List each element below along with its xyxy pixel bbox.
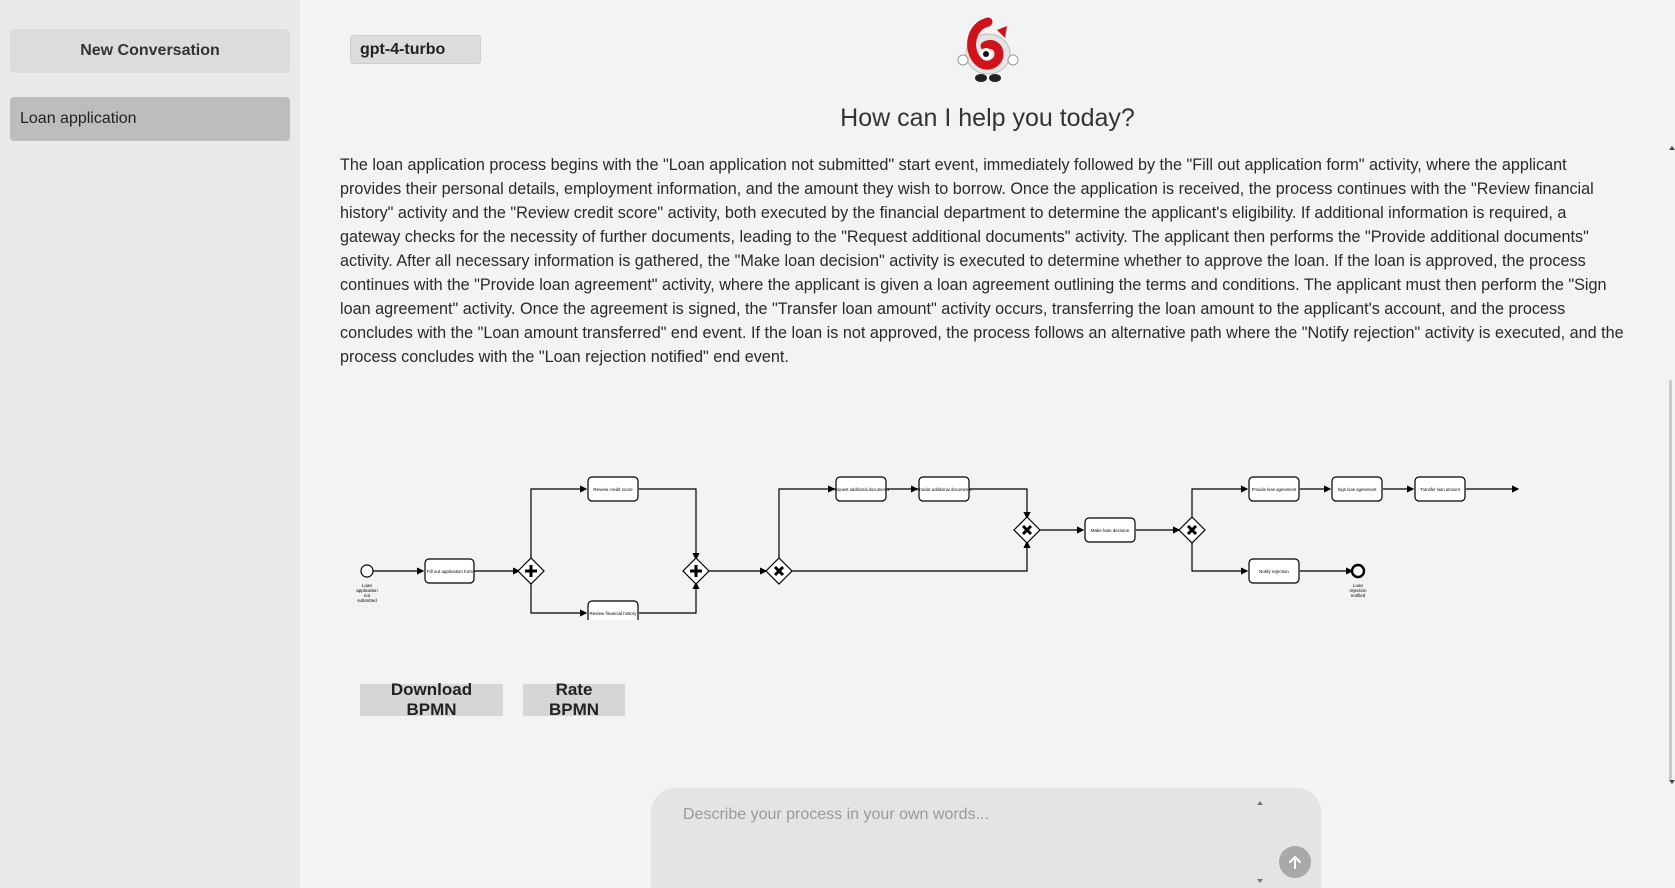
new-conversation-button[interactable]: New Conversation [10,29,290,73]
bpmn-task-provide-docs: Provide additional documents [917,476,972,502]
svg-text:Make loan decision: Make loan decision [1091,528,1130,533]
bpmn-task-review-financial: Review financial history [587,600,639,620]
svg-text:Provide loan agreement: Provide loan agreement [1252,487,1297,492]
bpmn-task-review-credit: Review credit score [587,476,639,502]
bpmn-parallel-gateway-join [682,557,710,585]
bpmn-task-fill-form: Fill out application form [424,558,475,584]
bpmn-end-rejection-label: Loan rejection notified [1349,583,1367,598]
bpmn-task-notify-rejection: Notify rejection [1248,558,1300,584]
scrollbar-up-arrow[interactable] [1669,146,1675,150]
sidebar: New Conversation Loan application [0,0,300,888]
bpmn-task-transfer-amount: Transfer loan amount [1414,476,1466,502]
app-logo-mascot [957,17,1019,82]
svg-text:Sign loan agreement: Sign loan agreement [1338,487,1377,492]
greeting-title: How can I help you today? [840,104,1135,132]
send-button[interactable] [1279,846,1311,878]
svg-text:Request additional documents: Request additional documents [833,487,889,492]
bpmn-end-event-rejection [1350,563,1366,579]
bpmn-parallel-gateway-split [517,557,545,585]
scrollbar-down-arrow[interactable] [1669,780,1675,784]
svg-text:Review credit score: Review credit score [593,487,633,492]
conversation-item-loan-application[interactable]: Loan application [10,97,290,141]
bpmn-diagram: Loan application not submitted Fill out app… [356,476,1520,620]
bpmn-start-event [360,564,374,578]
svg-text:Review financial history: Review financial history [589,611,637,616]
composer [651,788,1321,888]
bpmn-task-sign-agreement: Sign loan agreement [1331,476,1383,502]
bpmn-task-provide-agreement: Provide loan agreement [1248,476,1300,502]
bpmn-start-label: Loan application not submitted [356,583,378,603]
download-bpmn-button[interactable]: Download BPMN [360,680,503,719]
arrow-up-icon [1289,856,1301,869]
bpmn-task-make-decision: Make loan decision [1084,517,1136,543]
model-select[interactable]: gpt-4-turbo [350,35,481,64]
bpmn-exclusive-gateway-docs [765,557,793,585]
model-select-value: gpt-4-turbo [360,40,446,58]
main-scrollbar-thumb[interactable] [1669,380,1672,780]
composer-scrollbar[interactable] [1254,796,1266,888]
bpmn-exclusive-gateway-decision [1178,516,1206,544]
assistant-message: The loan application process begins with… [340,156,1624,366]
svg-text:Notify rejection: Notify rejection [1259,569,1289,574]
bpmn-exclusive-gateway-merge [1013,516,1041,544]
svg-text:Transfer loan amount: Transfer loan amount [1420,487,1460,492]
svg-text:Fill out application form: Fill out application form [427,569,474,574]
process-description-input[interactable] [681,804,1265,888]
bpmn-task-request-docs: Request additional documents [833,476,889,502]
rate-bpmn-button[interactable]: Rate BPMN [523,680,625,719]
svg-text:Provide additional documents: Provide additional documents [917,487,972,492]
